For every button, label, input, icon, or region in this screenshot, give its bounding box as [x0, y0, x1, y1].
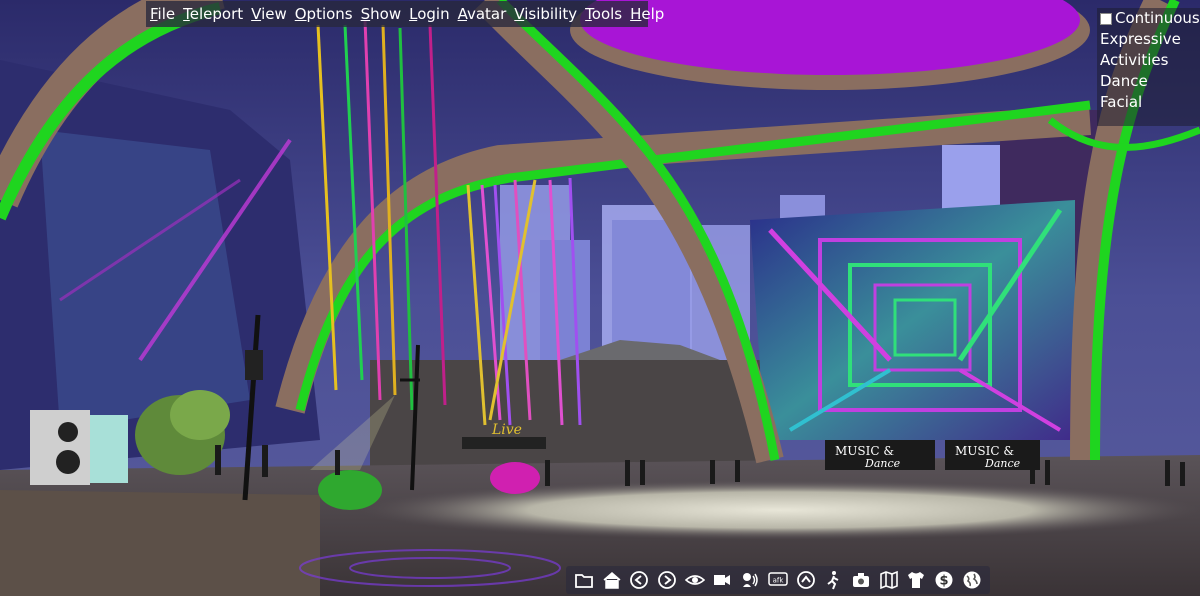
walk-icon[interactable] — [822, 569, 844, 591]
afk-label: afk — [772, 577, 784, 585]
menu-label-rest: isibility — [524, 5, 578, 23]
globe-icon[interactable] — [961, 569, 983, 591]
gesture-continuous[interactable]: Continuous — [1097, 8, 1200, 29]
menu-label-rest: ptions — [306, 5, 353, 23]
stone-stage — [0, 490, 320, 596]
menu-mnemonic: T — [183, 5, 190, 23]
menu-teleport[interactable]: Teleport — [183, 5, 243, 23]
menu-mnemonic: V — [514, 5, 525, 23]
menu-bar: File Teleport View Options Show Login Avatar Vi… — [146, 1, 664, 27]
map-icon[interactable] — [878, 569, 900, 591]
menu-label-rest: elp — [641, 5, 665, 23]
menu-mnemonic: O — [294, 5, 307, 23]
menu-login[interactable]: Login — [409, 5, 449, 23]
menu-mnemonic: L — [409, 5, 418, 23]
dance-floor — [360, 480, 1200, 540]
menu-label-rest: eleport — [189, 5, 244, 23]
menu-mnemonic: V — [251, 5, 262, 23]
gesture-dance[interactable]: Dance — [1097, 71, 1200, 92]
up-icon[interactable] — [795, 569, 817, 591]
forward-icon[interactable] — [656, 569, 678, 591]
menu-view[interactable]: View — [251, 5, 287, 23]
music-sign-1-text: MUSIC & — [835, 444, 894, 458]
money-icon[interactable]: $ — [933, 569, 955, 591]
dance-sign-2-text: Dance — [984, 457, 1021, 470]
gesture-panel: Continuous Expressive Activities Dance Facia… — [1097, 8, 1200, 126]
gesture-facial[interactable]: Facial — [1097, 92, 1200, 113]
gesture-label: Activities — [1100, 51, 1169, 69]
pink-checker-ball — [490, 462, 540, 494]
back-icon[interactable] — [628, 569, 650, 591]
menu-tools[interactable]: Tools — [585, 5, 622, 23]
menu-file[interactable]: File — [150, 5, 175, 23]
menu-mnemonic: A — [457, 5, 467, 23]
menu-mnemonic: S — [360, 5, 371, 23]
green-checker-ball — [318, 470, 382, 510]
svg-text:$: $ — [940, 574, 949, 589]
menu-mnemonic: F — [150, 5, 158, 23]
menu-show[interactable]: Show — [361, 5, 401, 23]
video-screen — [750, 200, 1075, 440]
gesture-label: Dance — [1100, 72, 1148, 90]
snapshot-icon[interactable] — [850, 569, 872, 591]
menu-label-rest: how — [370, 5, 402, 23]
dance-sign-1-text: Dance — [864, 457, 901, 470]
shirt-icon[interactable] — [905, 569, 927, 591]
gesture-label: Facial — [1100, 93, 1143, 111]
menu-mnemonic: T — [585, 5, 592, 23]
live-sign-board — [462, 437, 546, 449]
eye-icon[interactable] — [684, 569, 706, 591]
afk-icon[interactable]: afk — [767, 569, 789, 591]
bottom-toolbar: afk $ — [566, 566, 990, 594]
menu-mnemonic: H — [630, 5, 642, 23]
folder-icon[interactable] — [573, 569, 595, 591]
music-sign-2-text: MUSIC & — [955, 444, 1014, 458]
camera-icon[interactable] — [711, 569, 733, 591]
3d-world-view[interactable]: Live MUSIC & Dance MUSIC & Dance — [0, 0, 1200, 596]
home-icon[interactable] — [601, 569, 623, 591]
gesture-activities[interactable]: Activities — [1097, 50, 1200, 71]
menu-label-rest: ile — [157, 5, 176, 23]
speaker-icon[interactable] — [739, 569, 761, 591]
gesture-expressive[interactable]: Expressive — [1097, 29, 1200, 50]
back-wall — [370, 360, 760, 470]
menu-visibility[interactable]: Visibility — [514, 5, 577, 23]
live-sign: Live — [491, 422, 522, 438]
menu-avatar[interactable]: Avatar — [458, 5, 507, 23]
menu-label-rest: ogin — [417, 5, 450, 23]
menu-label-rest: iew — [261, 5, 287, 23]
menu-label-rest: ools — [591, 5, 623, 23]
continuous-checkbox[interactable] — [1100, 12, 1112, 25]
menu-options[interactable]: Options — [295, 5, 353, 23]
menu-help[interactable]: Help — [630, 5, 664, 23]
gesture-label: Expressive — [1100, 30, 1181, 48]
menu-label-rest: vatar — [466, 5, 507, 23]
gesture-label: Continuous — [1115, 9, 1200, 27]
speakers — [30, 410, 128, 485]
